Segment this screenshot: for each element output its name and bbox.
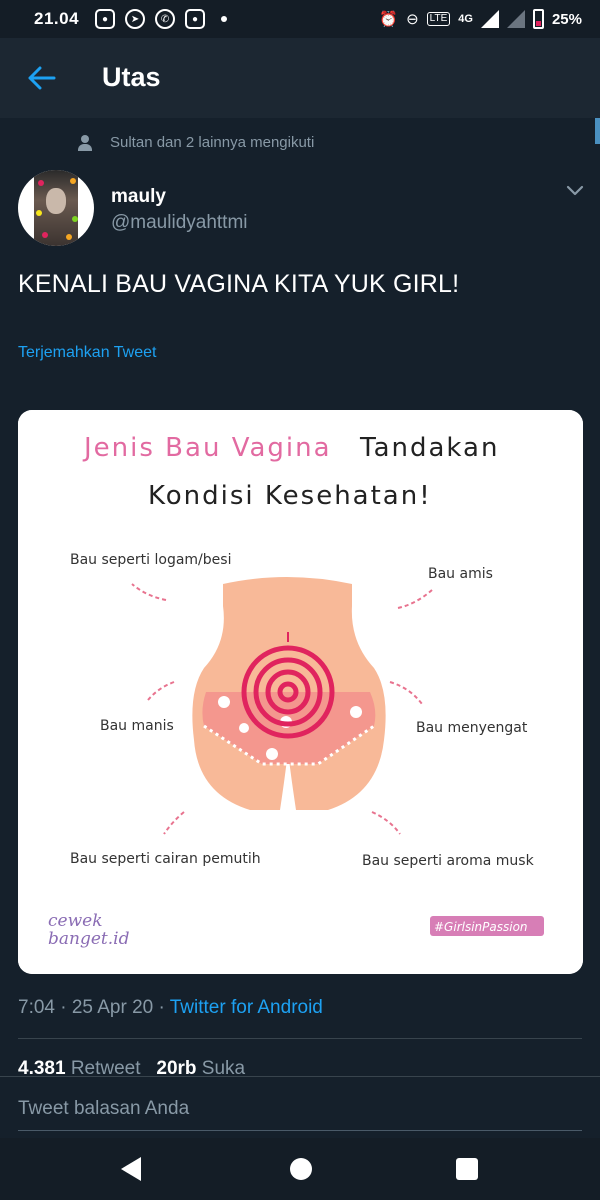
nav-home-icon[interactable] <box>290 1158 312 1180</box>
volte-icon: LTE <box>426 12 451 26</box>
tweet-meta: 7:04 · 25 Apr 20 · Twitter for Android <box>18 997 323 1019</box>
scroll-indicator <box>595 118 600 144</box>
social-context-text: Sultan dan 2 lainnya mengikuti <box>110 134 315 151</box>
avatar-sticker <box>70 178 76 184</box>
app-header: Utas <box>0 38 600 118</box>
tweet-stats: 4.381 Retweet 20rb Suka <box>18 1058 418 1076</box>
like-count[interactable]: 20rb <box>156 1058 196 1076</box>
record-icon: ● <box>95 9 116 29</box>
signal-icon-2 <box>506 10 525 28</box>
whatsapp-icon: ✆ <box>155 9 176 29</box>
reply-input[interactable]: Tweet balasan Anda <box>18 1098 189 1120</box>
avatar-sticker <box>72 216 78 222</box>
like-label: Suka <box>201 1058 246 1076</box>
avatar[interactable] <box>18 170 94 246</box>
status-right: ⏰ ⊖ LTE 4G 25% <box>379 9 582 29</box>
avatar-sticker <box>36 210 42 216</box>
battery-icon <box>532 9 544 29</box>
image-title-pink: Jenis Bau Vagina <box>82 433 332 463</box>
avatar-sticker <box>42 232 48 238</box>
tweet-source-link[interactable]: Twitter for Android <box>170 997 323 1018</box>
hashtag-stamp: #GirlsinPassion <box>434 920 528 934</box>
more-notifications-dot <box>221 16 228 22</box>
telegram-icon: ➤ <box>125 9 146 29</box>
page-title: Utas <box>102 62 161 92</box>
person-icon <box>78 134 92 151</box>
label-manis: Bau manis <box>100 718 174 734</box>
system-nav-bar <box>0 1138 600 1200</box>
avatar-sticker <box>38 180 44 186</box>
status-time: 21.04 <box>34 9 80 28</box>
avatar-sticker <box>66 234 72 240</box>
label-logam: Bau seperti logam/besi <box>70 552 231 568</box>
retweet-count[interactable]: 4.381 <box>18 1058 66 1076</box>
divider <box>18 1038 582 1039</box>
tweet-timestamp: 7:04 · 25 Apr 20 · <box>18 997 170 1018</box>
social-context[interactable]: Sultan dan 2 lainnya mengikuti <box>78 134 314 151</box>
brand-logo-line2: banget.id <box>48 929 130 949</box>
infographic: Jenis Bau Vagina Tandakan Kondisi Keseha… <box>18 410 583 974</box>
label-menyengat: Bau menyengat <box>416 720 528 736</box>
image-title-dark-1: Tandakan <box>359 433 499 463</box>
retweet-label: Retweet <box>70 1058 141 1076</box>
notification-icons: ● ➤ ✆ ● <box>95 9 228 29</box>
network-type: 4G <box>458 13 473 25</box>
brand-logo-line1: cewek <box>48 911 103 931</box>
user-handle[interactable]: @maulidyahttmi <box>111 212 248 234</box>
label-amis: Bau amis <box>428 566 493 582</box>
label-musk: Bau seperti aroma musk <box>362 853 535 869</box>
chevron-down-icon[interactable] <box>566 184 584 198</box>
tweet-text: KENALI BAU VAGINA KITA YUK GIRL! <box>18 270 460 298</box>
signal-icon <box>480 10 499 28</box>
dnd-icon: ⊖ <box>406 11 419 28</box>
record-icon-2: ● <box>185 9 206 29</box>
reply-underline <box>18 1130 582 1131</box>
reply-bar: Tweet balasan Anda <box>0 1076 600 1138</box>
nav-back-icon[interactable] <box>121 1157 141 1181</box>
label-pemutih: Bau seperti cairan pemutih <box>70 851 261 867</box>
tweet-image[interactable]: Jenis Bau Vagina Tandakan Kondisi Keseha… <box>18 410 583 974</box>
nav-recents-icon[interactable] <box>456 1158 478 1180</box>
back-arrow-icon[interactable] <box>28 66 56 90</box>
display-name[interactable]: mauly <box>111 186 166 208</box>
status-bar: 21.04 ● ➤ ✆ ● ⏰ ⊖ LTE 4G 25% <box>0 0 600 38</box>
alarm-icon: ⏰ <box>379 11 399 28</box>
image-title-dark-2: Kondisi Kesehatan! <box>148 481 432 511</box>
translate-tweet-link[interactable]: Terjemahkan Tweet <box>18 344 156 362</box>
battery-percent: 25% <box>551 10 582 28</box>
